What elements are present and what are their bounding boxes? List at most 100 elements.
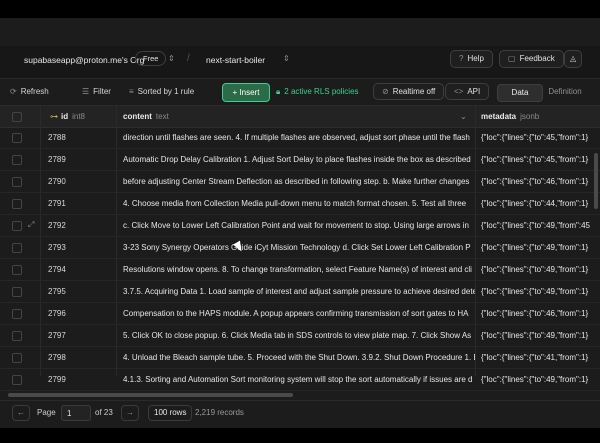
table-row[interactable]: 2798 4. Unload the Bleach sample tube. 5.… xyxy=(0,347,600,369)
cell-metadata[interactable]: {"loc":{"lines":{"to":46,"from":1} xyxy=(481,309,593,318)
cell-content[interactable]: 3-23 Sony Synergy Operators Guide iCyt M… xyxy=(123,243,475,252)
cell-id[interactable]: 2792 xyxy=(48,221,66,230)
chevron-updown-icon[interactable]: ⇕ xyxy=(283,54,290,63)
project-selector[interactable]: next-start-boiler xyxy=(206,55,265,65)
row-checkbox[interactable] xyxy=(12,309,22,319)
realtime-button[interactable]: ⊘ Realtime off xyxy=(373,83,445,100)
column-header-metadata[interactable]: metadata jsonb xyxy=(481,112,539,121)
column-type: jsonb xyxy=(520,112,540,121)
rows-per-page-select[interactable]: 100 rows xyxy=(148,405,193,421)
cell-content[interactable]: Resolutions window opens. 8. To change t… xyxy=(123,265,475,274)
chevron-updown-icon[interactable]: ⇕ xyxy=(168,54,175,63)
vertical-scrollbar[interactable] xyxy=(594,153,598,209)
page-input[interactable]: 1 xyxy=(61,405,91,421)
cell-metadata[interactable]: {"loc":{"lines":{"to":49,"from":1} xyxy=(481,375,593,384)
cell-content[interactable]: 4. Unload the Bleach sample tube. 5. Pro… xyxy=(123,353,475,362)
cell-metadata[interactable]: {"loc":{"lines":{"to":49,"from":1} xyxy=(481,331,593,340)
insert-button[interactable]: + Insert xyxy=(222,83,270,102)
sort-button[interactable]: ≡ Sorted by 1 rule xyxy=(129,87,194,96)
row-checkbox[interactable] xyxy=(12,177,22,187)
cell-content[interactable]: 4. Choose media from Collection Media pu… xyxy=(123,199,475,208)
prev-page-button[interactable]: ← xyxy=(12,405,30,421)
table-row[interactable]: 2795 3.7.5. Acquiring Data 1. Load sample… xyxy=(0,281,600,303)
cell-id[interactable]: 2796 xyxy=(48,309,66,318)
page-input-value: 1 xyxy=(67,409,72,418)
cell-content[interactable]: 5. Click OK to close popup. 6. Click Med… xyxy=(123,331,475,340)
cell-id[interactable]: 2790 xyxy=(48,177,66,186)
next-page-button[interactable]: → xyxy=(121,405,139,421)
row-checkbox[interactable] xyxy=(12,133,22,143)
cell-content[interactable]: Compensation to the HAPS module. A popup… xyxy=(123,309,475,318)
cell-id[interactable]: 2793 xyxy=(48,243,66,252)
table-row[interactable]: 2788 direction until flashes are seen. 4.… xyxy=(0,127,600,149)
rls-policies-link[interactable]: 🔒︎ 2 active RLS policies xyxy=(276,87,359,97)
expand-row-icon[interactable]: ⤢ xyxy=(28,220,34,230)
cell-id[interactable]: 2798 xyxy=(48,353,66,362)
feedback-label: Feedback xyxy=(519,54,555,63)
cell-content[interactable]: direction until flashes are seen. 4. If … xyxy=(123,133,475,142)
cell-id[interactable]: 2788 xyxy=(48,133,66,142)
row-checkbox[interactable] xyxy=(12,221,22,231)
refresh-button[interactable]: ⟳ Refresh xyxy=(10,87,49,96)
table-row[interactable]: 2799 4.1.3. Sorting and Automation Sort m… xyxy=(0,369,600,391)
feedback-button[interactable]: ▢ Feedback xyxy=(499,50,564,68)
grid-header: ⊶ id int8 content text ⌄ metadata jsonb xyxy=(0,106,600,128)
cell-id[interactable]: 2797 xyxy=(48,331,66,340)
column-header-id[interactable]: ⊶ id int8 xyxy=(50,112,85,121)
cell-content[interactable]: 4.1.3. Sorting and Automation Sort monit… xyxy=(123,375,475,384)
cell-id[interactable]: 2794 xyxy=(48,265,66,274)
cell-id[interactable]: 2799 xyxy=(48,375,66,384)
cell-metadata[interactable]: {"loc":{"lines":{"to":49,"from":1} xyxy=(481,265,593,274)
record-count: 2,219 records xyxy=(195,408,244,417)
table-row[interactable]: 2797 5. Click OK to close popup. 6. Click… xyxy=(0,325,600,347)
cell-id[interactable]: 2791 xyxy=(48,199,66,208)
cell-content[interactable]: c. Click Move to Lower Left Calibration … xyxy=(123,221,475,230)
column-header-content[interactable]: content text xyxy=(123,112,169,121)
row-checkbox[interactable] xyxy=(12,199,22,209)
cell-metadata[interactable]: {"loc":{"lines":{"to":41,"from":1} xyxy=(481,353,593,362)
filter-button[interactable]: ☰ Filter xyxy=(82,87,111,96)
row-checkbox[interactable] xyxy=(12,265,22,275)
row-checkbox[interactable] xyxy=(12,353,22,363)
refresh-label: Refresh xyxy=(20,87,49,96)
table-row[interactable]: 2791 4. Choose media from Collection Medi… xyxy=(0,193,600,215)
row-checkbox[interactable] xyxy=(12,155,22,165)
lock-icon: 🔒︎ xyxy=(276,87,281,96)
separator-slash-icon: / xyxy=(187,53,190,64)
column-name: metadata xyxy=(481,112,517,121)
cell-metadata[interactable]: {"loc":{"lines":{"to":44,"from":1} xyxy=(481,199,593,208)
cell-metadata[interactable]: {"loc":{"lines":{"to":49,"from":1} xyxy=(481,243,593,252)
org-selector[interactable]: supabaseapp@proton.me's Org xyxy=(24,55,144,65)
cell-metadata[interactable]: {"loc":{"lines":{"to":45,"from":1} xyxy=(481,155,593,164)
select-all-checkbox[interactable] xyxy=(12,112,22,122)
row-checkbox[interactable] xyxy=(12,243,22,253)
cell-id[interactable]: 2795 xyxy=(48,287,66,296)
chevron-down-icon[interactable]: ⌄ xyxy=(460,112,467,121)
table-row[interactable]: 2790 before adjusting Center Stream Defle… xyxy=(0,171,600,193)
cell-metadata[interactable]: {"loc":{"lines":{"to":49,"from":1} xyxy=(481,287,593,296)
cell-metadata[interactable]: {"loc":{"lines":{"to":45,"from":1} xyxy=(481,133,593,142)
table-row[interactable]: 2789 Automatic Drop Delay Calibration 1. … xyxy=(0,149,600,171)
cell-content[interactable]: Automatic Drop Delay Calibration 1. Adju… xyxy=(123,155,475,164)
cell-metadata[interactable]: {"loc":{"lines":{"to":49,"from":45 xyxy=(481,221,593,230)
message-icon: ▢ xyxy=(508,54,516,63)
cell-content[interactable]: 3.7.5. Acquiring Data 1. Load sample of … xyxy=(123,287,475,296)
column-type: text xyxy=(155,112,169,121)
row-checkbox[interactable] xyxy=(12,331,22,341)
notifications-button[interactable]: ◬ xyxy=(564,50,583,68)
table-row[interactable]: 2796 Compensation to the HAPS module. A p… xyxy=(0,303,600,325)
tab-data[interactable]: Data xyxy=(497,84,543,102)
cell-metadata[interactable]: {"loc":{"lines":{"to":46,"from":1} xyxy=(481,177,593,186)
table-row[interactable]: 2794 Resolutions window opens. 8. To chan… xyxy=(0,259,600,281)
row-checkbox[interactable] xyxy=(12,375,22,385)
help-button[interactable]: ? Help xyxy=(450,50,493,68)
cell-id[interactable]: 2789 xyxy=(48,155,66,164)
scrollbar-thumb[interactable] xyxy=(8,393,293,397)
tab-definition[interactable]: Definition xyxy=(543,84,587,100)
row-checkbox[interactable] xyxy=(12,287,22,297)
table-row[interactable]: 2792 c. Click Move to Lower Left Calibrat… xyxy=(0,215,600,237)
horizontal-scrollbar[interactable] xyxy=(8,392,593,398)
table-row[interactable]: 2793 3-23 Sony Synergy Operators Guide iC… xyxy=(0,237,600,259)
cell-content[interactable]: before adjusting Center Stream Deflectio… xyxy=(123,177,475,186)
api-button[interactable]: <> API xyxy=(445,83,490,100)
